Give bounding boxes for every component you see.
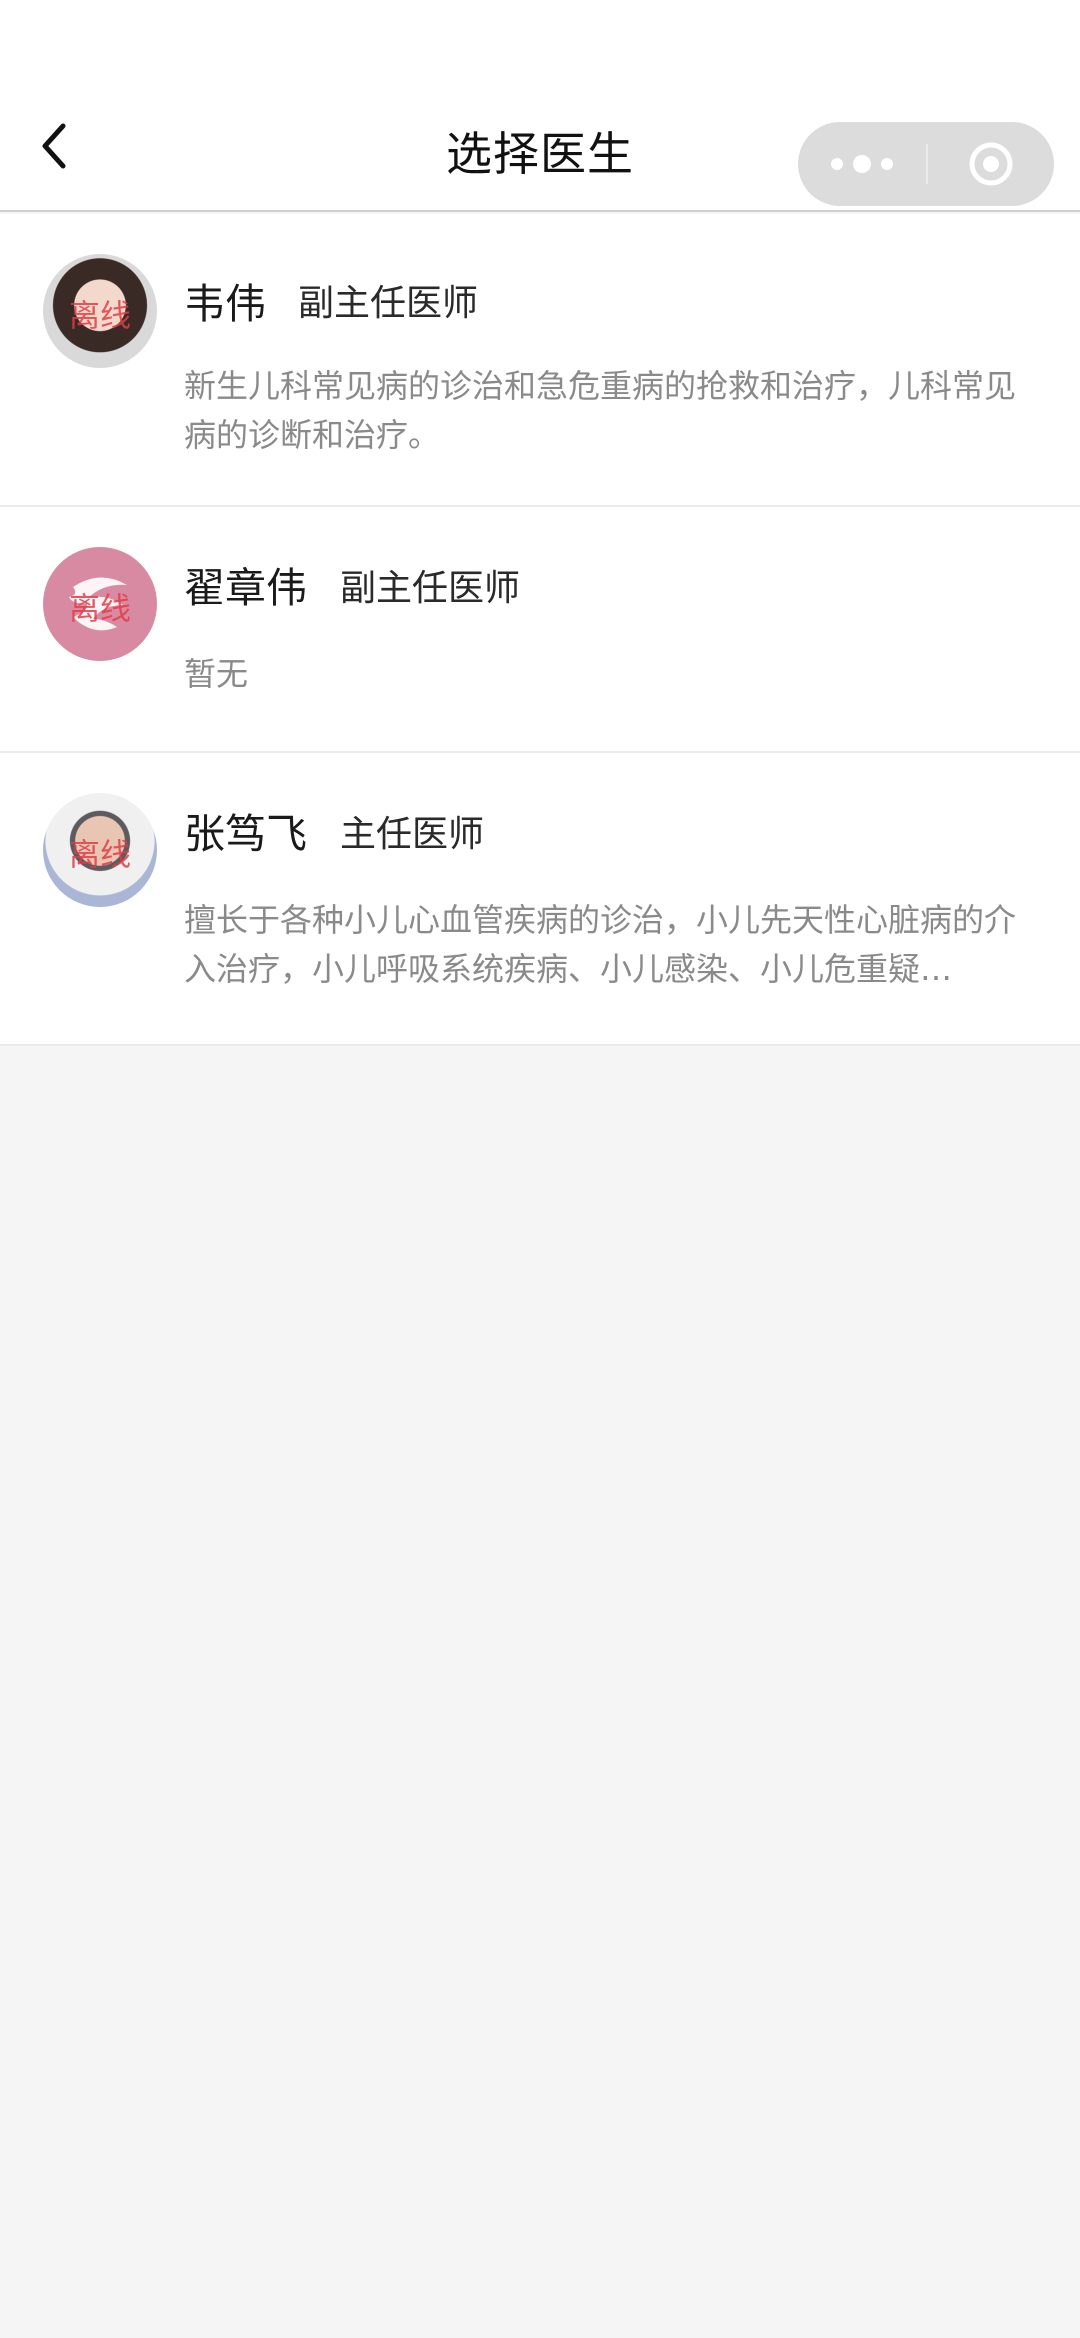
more-dot — [853, 155, 871, 173]
doctor-item[interactable]: 离线 翟章伟 副主任医师 暂无 — [0, 507, 1080, 753]
close-miniprogram-button[interactable] — [928, 122, 1054, 206]
more-dots-icon — [831, 158, 843, 170]
doctor-name: 张笃飞 — [184, 810, 307, 858]
doctor-grade: 副主任医师 — [298, 283, 479, 324]
offline-badge: 离线 — [69, 837, 131, 874]
nav-bar: 选择医生 — [0, 0, 1080, 212]
doctor-grade: 副主任医师 — [340, 568, 521, 609]
doctor-item[interactable]: 离线 张笃飞 主任医师 擅长于各种小儿心血管疾病的诊治，小儿先天性心脏病的介入治… — [0, 753, 1080, 1046]
avatar: 离线 — [43, 254, 157, 368]
doctor-item[interactable]: 离线 韦伟 副主任医师 新生儿科常见病的诊治和急危重病的抢救和治疗，儿科常见病的… — [0, 214, 1080, 507]
offline-badge: 离线 — [69, 591, 131, 628]
doctor-description: 暂无 — [184, 655, 249, 693]
doctor-name: 韦伟 — [184, 280, 266, 328]
offline-badge: 离线 — [69, 298, 131, 335]
doctor-description: 擅长于各种小儿心血管疾病的诊治，小儿先天性心脏病的介入治疗，小儿呼吸系统疾病、小… — [184, 901, 1017, 988]
doctor-select-page: 选择医生 离线 韦伟 副主任医师 新生儿科常见病的诊治和急危重病的抢救和治疗，儿… — [0, 0, 1080, 2338]
doctor-description: 新生儿科常见病的诊治和急危重病的抢救和治疗，儿科常见病的诊断和治疗。 — [184, 367, 1017, 454]
doctor-grade: 主任医师 — [340, 814, 485, 855]
doctor-list: 离线 韦伟 副主任医师 新生儿科常见病的诊治和急危重病的抢救和治疗，儿科常见病的… — [0, 214, 1080, 1046]
more-button[interactable] — [798, 122, 926, 206]
avatar: 离线 — [43, 547, 157, 661]
avatar: 离线 — [43, 793, 157, 907]
more-dot — [881, 158, 893, 170]
target-circle-icon — [969, 142, 1013, 186]
doctor-name: 翟章伟 — [184, 564, 307, 612]
miniprogram-capsule — [798, 122, 1054, 206]
